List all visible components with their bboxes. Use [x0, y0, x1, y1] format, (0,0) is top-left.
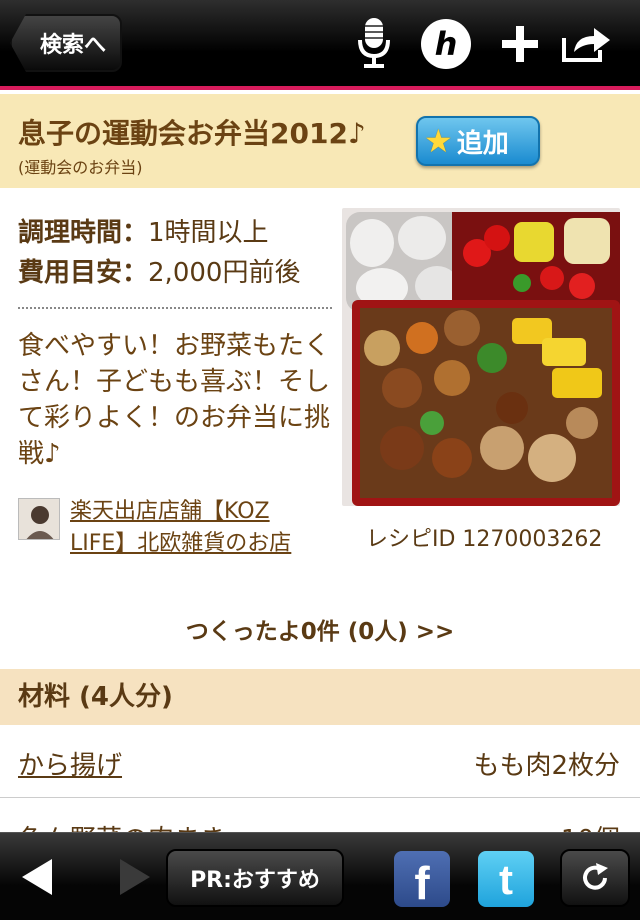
- made-it-reports-link[interactable]: つくったよ0件 (0人) >>: [0, 612, 640, 646]
- plus-icon[interactable]: [490, 14, 550, 74]
- recipe-title: 息子の運動会お弁当2012♪: [18, 117, 366, 150]
- twitter-icon[interactable]: t: [478, 851, 534, 907]
- add-favorite-button[interactable]: ★ 追加: [416, 116, 540, 166]
- cost-estimate: 費用目安：2,000円前後: [18, 252, 300, 289]
- bottom-toolbar: PR:おすすめ f t: [0, 832, 640, 920]
- facebook-icon[interactable]: f: [394, 851, 450, 907]
- recipe-description: 食べやすい！お野菜もたくさん！子どもも喜ぶ！そして彩りよく！のお弁当に挑戦♪: [18, 331, 331, 469]
- ingredient-row: から揚げ もも肉2枚分: [0, 725, 640, 798]
- cost-value: 2,000円前後: [148, 258, 301, 288]
- star-icon: ★: [424, 122, 453, 160]
- back-button-label: 検索へ: [39, 33, 106, 58]
- ingredient-name[interactable]: から揚げ: [18, 745, 122, 782]
- top-toolbar: 検索へ h: [0, 0, 640, 90]
- pr-label: PR:おすすめ: [190, 868, 320, 893]
- cook-time-label: 調理時間：: [18, 218, 149, 248]
- back-to-search-button[interactable]: 検索へ: [10, 14, 122, 72]
- author-link[interactable]: 楽天出店店舗【KOZ LIFE】北欧雑貨のお店: [70, 496, 330, 560]
- recipe-id: レシピID 1270003262: [366, 527, 603, 552]
- cost-label: 費用目安：: [18, 258, 149, 288]
- recipe-category: (運動会のお弁当): [18, 158, 143, 177]
- back-arrow-icon[interactable]: [18, 855, 68, 899]
- svg-text:h: h: [435, 25, 458, 63]
- cook-time: 調理時間：1時間以上: [18, 212, 269, 249]
- ingredients-header: 材料 (4人分): [0, 669, 640, 725]
- hatena-h-icon[interactable]: h: [416, 14, 476, 74]
- recipe-title-band: 息子の運動会お弁当2012♪ (運動会のお弁当) ★ 追加: [0, 94, 640, 188]
- microphone-icon[interactable]: [344, 14, 404, 74]
- divider: [18, 307, 332, 309]
- reload-icon: [583, 863, 608, 890]
- ingredient-qty: もも肉2枚分: [473, 751, 620, 781]
- add-button-label: 追加: [456, 128, 509, 159]
- share-icon[interactable]: [556, 14, 616, 74]
- pr-recommend-button[interactable]: PR:おすすめ: [166, 849, 344, 907]
- cook-time-value: 1時間以上: [148, 218, 269, 248]
- author-avatar[interactable]: [18, 498, 60, 540]
- forward-arrow-icon[interactable]: [114, 855, 164, 899]
- recipe-photo: [342, 208, 620, 506]
- reload-button[interactable]: [560, 849, 630, 907]
